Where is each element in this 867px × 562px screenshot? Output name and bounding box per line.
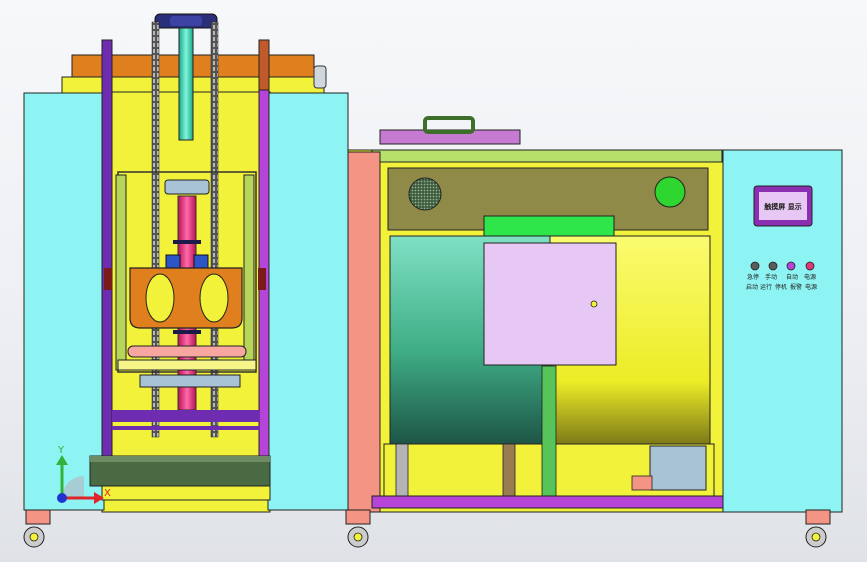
caster-right (805, 509, 831, 548)
triad-x-label: X (104, 488, 111, 499)
purple-band-lower (112, 426, 260, 430)
lower-leg-mid (502, 443, 516, 497)
status-label-1: 运行 (760, 283, 772, 291)
display-label: 触摸屏 显示 (763, 202, 801, 211)
button-3-icon[interactable] (786, 261, 796, 271)
lower-salmon-block (631, 475, 653, 491)
caster-left-2 (345, 509, 371, 548)
status-label-2: 停机 (775, 283, 787, 291)
side-bolt-right (258, 268, 266, 290)
triad-z-origin (57, 493, 67, 503)
button-4-icon[interactable] (805, 261, 815, 271)
button-label-1: 急停 (747, 273, 759, 281)
clamp-block-left (165, 254, 181, 270)
top-green-bar (371, 149, 723, 163)
status-label-3: 报警 (790, 283, 802, 291)
button-label-2: 手动 (765, 273, 777, 281)
carriage-right-rail (243, 174, 255, 371)
bottom-purple-strip (371, 495, 727, 509)
carriage-left-rail (115, 174, 127, 371)
base-box-top (90, 456, 270, 462)
triad-y-label: Y (57, 445, 65, 456)
button-label-4: 电源 (804, 273, 816, 281)
base-strip (101, 485, 271, 501)
clamp-block-right (193, 254, 209, 270)
left-lift-unit (23, 13, 349, 513)
right-side-panel (267, 92, 349, 511)
lid-knob (313, 65, 327, 89)
fan-grill-icon (408, 177, 442, 211)
purple-band-upper (112, 410, 260, 422)
lower-leg-left (395, 443, 409, 497)
clamp-rod (127, 345, 247, 358)
button-1-icon[interactable] (750, 261, 760, 271)
caster-left-1 (23, 509, 51, 548)
gripper-hole-right (199, 273, 229, 323)
right-post-rust (258, 39, 270, 91)
cylinder-ring-1 (173, 240, 201, 244)
button-2-icon[interactable] (768, 261, 778, 271)
gripper-hole-left (145, 273, 175, 323)
lower-motor (649, 445, 707, 491)
button-label-3: 自动 (786, 273, 798, 281)
green-vent-icon (654, 176, 686, 208)
salmon-side-door (347, 151, 381, 513)
side-bolt-left (104, 268, 112, 290)
lower-leg-green (541, 365, 557, 499)
right-drum-unit: 触摸屏 显示 急停 手动 自动 电源 启动 运行 停机 报警 电源 (347, 116, 843, 513)
casters (23, 509, 831, 548)
status-label-4: 电源 (805, 283, 817, 291)
lower-support (139, 374, 241, 388)
lower-carriage-bar (117, 359, 257, 371)
cylinder-ring-2 (173, 330, 201, 334)
button-label-5: 启动 (746, 283, 758, 291)
top-handle-grip (170, 16, 202, 26)
teal-rod (178, 27, 194, 141)
machine-assembly-drawing: Y X 触摸屏 显示 急停 手动 自动 电源 启动 运行 停机 报警 电源 (23, 13, 843, 548)
lavender-box-screw (590, 300, 598, 308)
cylinder-head (164, 179, 210, 195)
